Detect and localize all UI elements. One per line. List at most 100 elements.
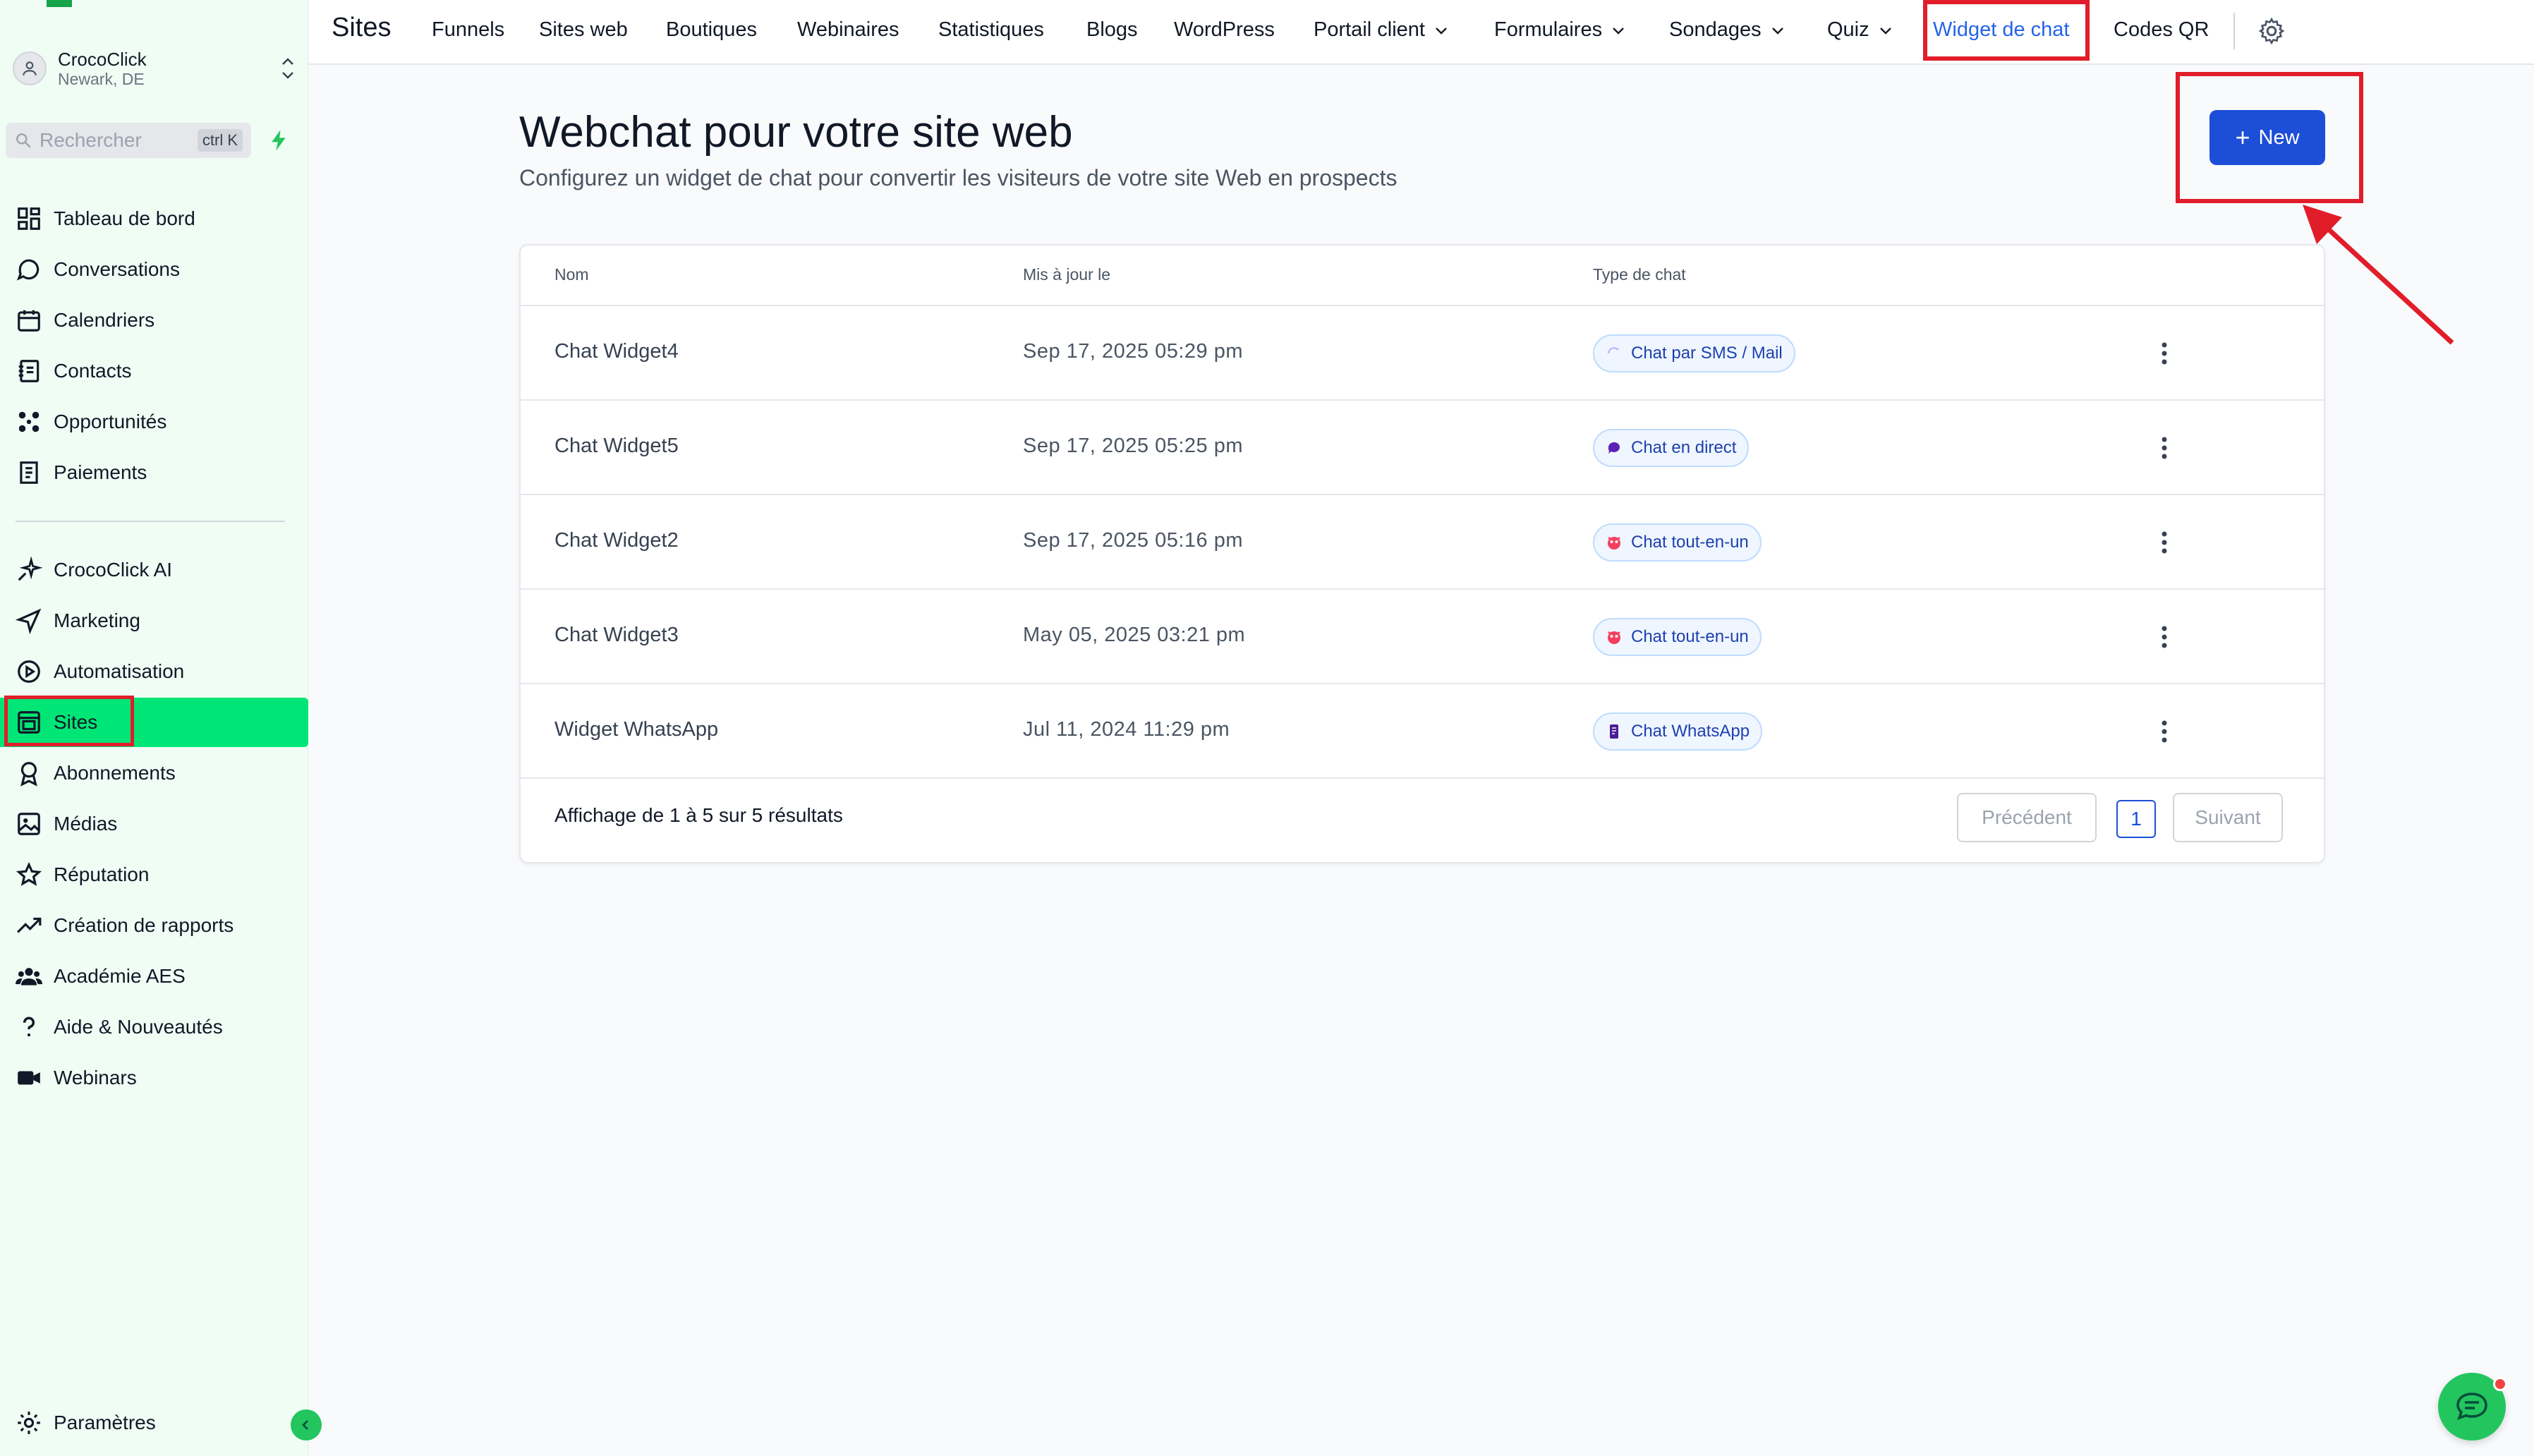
more-vertical-icon [2162,626,2167,648]
account-switcher[interactable]: CrocoClick Newark, DE [13,47,298,90]
tab-label: WordPress [1174,18,1275,41]
pagination-next-button[interactable]: Suivant [2173,793,2283,842]
tab-label: Portail client [1314,18,1425,41]
results-summary: Affichage de 1 à 5 sur 5 résultats [554,804,843,826]
tab-statistiques[interactable]: Statistiques [938,18,1044,42]
more-vertical-icon [2162,342,2167,365]
logo-icon [47,0,72,7]
table-row[interactable]: Chat Widget4 Sep 17, 2025 05:29 pm Chat … [521,306,2324,401]
dashboard-icon [18,207,40,230]
tab-webinaires[interactable]: Webinaires [797,18,899,42]
sidebar-item-paiements[interactable]: Paiements [0,448,308,497]
widget-name[interactable]: Chat Widget3 [554,624,679,647]
sidebar-item-label: Médias [54,813,118,835]
row-actions-menu[interactable] [2150,337,2178,370]
search-placeholder: Rechercher [40,129,142,151]
widget-name[interactable]: Chat Widget4 [554,340,679,363]
sidebar-item-calendriers[interactable]: Calendriers [0,296,308,345]
tab-label: Webinaires [797,18,899,41]
all-in-one-icon [1608,537,1620,550]
image-icon [18,813,40,835]
sidebar-item-label: CrocoClick AI [54,559,173,581]
sidebar-item-automatisation[interactable]: Automatisation [0,647,308,696]
sidebar-item-aide[interactable]: Aide & Nouveautés [0,1002,308,1052]
widget-updated: Jul 11, 2024 11:29 pm [1023,718,1230,741]
sidebar-item-academie[interactable]: Académie AES [0,952,308,1001]
sidebar-item-marketing[interactable]: Marketing [0,596,308,645]
account-name: CrocoClick [58,49,147,70]
tab-sites-web[interactable]: Sites web [539,18,628,42]
column-header-updated[interactable]: Mis à jour le [1023,265,1110,284]
column-header-nom[interactable]: Nom [554,265,589,284]
tab-funnels[interactable]: Funnels [432,18,504,42]
search-input[interactable]: Rechercher ctrl K [6,123,251,158]
sidebar-item-label: Opportunités [54,411,167,432]
row-actions-menu[interactable] [2150,621,2178,653]
sidebar-item-label: Tableau de bord [54,207,195,229]
lightning-icon[interactable] [268,128,289,152]
tab-portail-client[interactable]: Portail client [1314,18,1449,42]
send-icon [16,608,42,634]
chat-type-badge: Chat tout-en-un [1593,618,1762,656]
chevron-down-icon [1771,27,1783,35]
sidebar-item-label: Création de rapports [54,914,234,936]
collapse-sidebar-button[interactable] [291,1409,322,1440]
tab-label: Formulaires [1494,18,1603,41]
tab-boutiques[interactable]: Boutiques [666,18,757,42]
widget-name[interactable]: Chat Widget2 [554,529,679,552]
sidebar-item-rapports[interactable]: Création de rapports [0,901,308,950]
tab-label: Sondages [1669,18,1762,41]
sidebar-item-label: Abonnements [54,762,176,784]
gear-icon[interactable] [2257,17,2286,45]
sidebar-item-webinars[interactable]: Webinars [0,1053,308,1103]
live-chat-icon [1608,442,1620,454]
all-in-one-icon [1608,631,1620,644]
sidebar-item-abonnements[interactable]: Abonnements [0,748,308,798]
tab-wordpress[interactable]: WordPress [1174,18,1275,42]
more-vertical-icon [2162,531,2167,554]
sidebar-item-label: Conversations [54,258,180,280]
sidebar-item-tableau-de-bord[interactable]: Tableau de bord [0,194,308,243]
row-actions-menu[interactable] [2150,715,2178,748]
sidebar-item-contacts[interactable]: Contacts [0,346,308,396]
tab-label: Statistiques [938,18,1044,41]
tab-blogs[interactable]: Blogs [1086,18,1138,42]
chevron-left-icon [302,1420,308,1430]
sidebar-item-conversations[interactable]: Conversations [0,245,308,294]
sidebar-item-parametres[interactable]: Paramètres [0,1398,308,1448]
sidebar: CrocoClick Newark, DE Rechercher ctrl K … [0,0,308,1456]
pagination-current-page[interactable]: 1 [2116,800,2156,838]
table-row[interactable]: Chat Widget2 Sep 17, 2025 05:16 pm Chat … [521,495,2324,590]
calendar-icon [18,310,40,332]
row-actions-menu[interactable] [2150,526,2178,559]
pagination-prev-button[interactable]: Précédent [1957,793,2097,842]
payments-icon [20,461,38,484]
chevron-down-icon [1436,27,1447,35]
tab-sondages[interactable]: Sondages [1669,18,1786,42]
widget-name[interactable]: Widget WhatsApp [554,718,718,741]
table-row[interactable]: Chat Widget5 Sep 17, 2025 05:25 pm Chat … [521,401,2324,495]
table-row[interactable]: Chat Widget3 May 05, 2025 03:21 pm Chat … [521,590,2324,684]
tab-label: Boutiques [666,18,757,41]
account-info: CrocoClick Newark, DE [58,49,277,88]
tab-quiz[interactable]: Quiz [1827,18,1893,42]
row-actions-menu[interactable] [2150,432,2178,464]
tab-formulaires[interactable]: Formulaires [1494,18,1626,42]
table-row[interactable]: Widget WhatsApp Jul 11, 2024 11:29 pm Ch… [521,684,2324,779]
widget-updated: Sep 17, 2025 05:16 pm [1023,529,1244,552]
column-header-type[interactable]: Type de chat [1593,265,1686,284]
chat-support-icon [2456,1393,2487,1420]
sidebar-item-label: Académie AES [54,965,186,987]
gear-icon [18,1412,40,1434]
chevron-updown-icon[interactable] [277,54,298,83]
sidebar-item-crococlick-ai[interactable]: CrocoClick AI [0,545,308,595]
sidebar-item-opportunites[interactable]: Opportunités [0,397,308,447]
sidebar-item-reputation[interactable]: Réputation [0,850,308,899]
highlight-box-widget-tab [1923,0,2090,61]
tab-label: Quiz [1827,18,1869,41]
sidebar-item-label: Contacts [54,360,132,382]
sidebar-item-medias[interactable]: Médias [0,799,308,849]
widget-name[interactable]: Chat Widget5 [554,435,679,458]
tab-codes-qr[interactable]: Codes QR [2114,18,2209,42]
sidebar-item-label: Aide & Nouveautés [54,1016,223,1038]
